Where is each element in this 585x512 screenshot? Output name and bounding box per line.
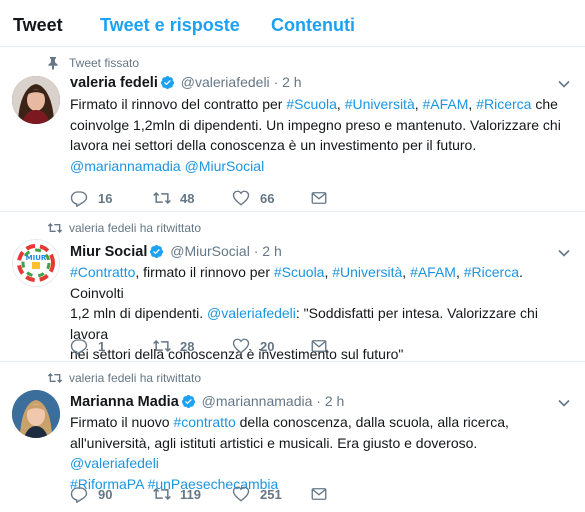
- retweet-count: 119: [180, 487, 201, 502]
- reply-count: 16: [98, 191, 113, 206]
- hashtag-link[interactable]: #Scuola: [286, 96, 337, 112]
- verified-badge-icon: [150, 244, 164, 259]
- tweet-text-line: #Contratto, firmato il rinnovo per #Scuo…: [70, 262, 570, 303]
- tweet-text-segment: Firmato il nuovo: [70, 414, 174, 430]
- avatar[interactable]: [12, 76, 60, 124]
- reply-count: 90: [98, 487, 113, 502]
- tweet-text-line: lavora nei settori della conoscenza è un…: [70, 135, 570, 156]
- tweet-text-segment: ,: [402, 264, 411, 280]
- tweet-timestamp[interactable]: 2 h: [262, 243, 281, 259]
- envelope-icon: [311, 340, 327, 352]
- tweet-text-segment: che: [531, 96, 558, 112]
- tweet-text-segment: all'università, agli istituti artistici …: [70, 434, 478, 451]
- author-name[interactable]: valeria fedeli: [70, 75, 158, 91]
- tweet-text-segment: lavora nei settori della conoscenza è un…: [70, 137, 477, 153]
- tweet-text-segment: ,: [336, 96, 345, 112]
- mention-link[interactable]: @mariannamadia: [70, 158, 181, 174]
- hashtag-link[interactable]: #Ricerca: [476, 96, 531, 112]
- reply-icon: [70, 191, 88, 207]
- tweet-item[interactable]: valeria fedeli ha ritwittato MIUR Miur S…: [0, 212, 585, 362]
- author-name[interactable]: Miur Social: [70, 244, 147, 260]
- tweet-text-line: all'università, agli istituti artistici …: [70, 433, 570, 474]
- mention-link[interactable]: @valeriafedeli: [207, 305, 296, 321]
- hashtag-link[interactable]: #Università: [332, 264, 402, 280]
- tweet-text-line: Firmato il nuovo #contratto della conosc…: [70, 412, 570, 433]
- tweet-text-line: @mariannamadia @MiurSocial: [70, 156, 570, 177]
- retweet-icon: [153, 339, 171, 353]
- hashtag-link[interactable]: #AFAM: [423, 96, 469, 112]
- retweet-count: 28: [180, 339, 195, 354]
- author-handle[interactable]: @valeriafedeli: [181, 74, 270, 90]
- hashtag-link[interactable]: #Università: [345, 96, 415, 112]
- heart-icon: [232, 190, 250, 206]
- tweet-timestamp[interactable]: 2 h: [282, 74, 301, 90]
- hashtag-link[interactable]: #AFAM: [410, 264, 456, 280]
- tab-tweet[interactable]: Tweet: [13, 13, 63, 37]
- reply-count: 1: [98, 339, 106, 354]
- tab-contenuti[interactable]: Contenuti: [271, 13, 355, 37]
- tweet-text-segment: Firmato il rinnovo del contratto per: [70, 96, 287, 112]
- mention-link[interactable]: @valeriafedeli: [70, 455, 159, 471]
- chevron-down-icon[interactable]: [557, 246, 571, 260]
- tweet-text-segment: , firmato il rinnovo per: [135, 264, 274, 280]
- tweet-text-segment: ,: [414, 96, 423, 112]
- chevron-down-icon[interactable]: [557, 396, 571, 410]
- heart-icon: [232, 486, 250, 502]
- avatar[interactable]: MIUR: [12, 239, 60, 287]
- tweet-text-line: coinvolge 1,2mln di dipendenti. Un impeg…: [70, 115, 570, 136]
- like-count: 20: [260, 339, 275, 354]
- hashtag-link[interactable]: #Scuola: [274, 264, 325, 280]
- tweet-item[interactable]: valeria fedeli ha ritwittato Marianna Ma…: [0, 362, 585, 512]
- retweet-icon: [47, 373, 63, 383]
- like-count: 251: [260, 487, 282, 502]
- retweet-icon: [153, 487, 171, 501]
- reply-icon: [70, 487, 88, 503]
- like-count: 66: [260, 191, 275, 206]
- retweet-count: 48: [180, 191, 195, 206]
- reply-icon: [70, 339, 88, 355]
- hashtag-link[interactable]: #contratto: [173, 414, 235, 430]
- tweet-text-segment: della conoscenza, dalla scuola, alla ric…: [235, 414, 509, 430]
- retweet-icon: [47, 223, 63, 233]
- tweet-text: Firmato il rinnovo del contratto per #Sc…: [70, 94, 570, 176]
- tweet-text-line: Firmato il rinnovo del contratto per #Sc…: [70, 94, 570, 115]
- envelope-icon: [311, 488, 327, 500]
- svg-text:MIUR: MIUR: [26, 254, 47, 262]
- tweet-text: Firmato il nuovo #contratto della conosc…: [70, 412, 570, 494]
- tweet-timestamp[interactable]: 2 h: [325, 393, 344, 409]
- tweet-text-segment: ,: [455, 264, 464, 280]
- pin-icon: [48, 57, 58, 70]
- verified-badge-icon: [160, 75, 174, 90]
- tweet-header: valeria fedeli @valeriafedeli · 2 h: [70, 74, 302, 91]
- author-name[interactable]: Marianna Madia: [70, 394, 179, 410]
- mention-link[interactable]: @MiurSocial: [185, 158, 265, 174]
- tweet-text-segment: coinvolge 1,2mln di dipendenti. Un impeg…: [70, 116, 561, 133]
- tweet-header: Marianna Madia @mariannamadia · 2 h: [70, 393, 345, 410]
- tweet-text-segment: 1,2 mln di dipendenti.: [70, 305, 207, 321]
- profile-tabs: Tweet Tweet e risposte Contenuti: [0, 0, 585, 47]
- retweet-icon: [153, 191, 171, 205]
- avatar[interactable]: [12, 390, 60, 438]
- tweet-header: Miur Social @MiurSocial · 2 h: [70, 243, 282, 260]
- author-handle[interactable]: @mariannamadia: [202, 393, 313, 409]
- hashtag-link[interactable]: #Ricerca: [464, 264, 519, 280]
- envelope-icon: [311, 192, 327, 204]
- tweet-item[interactable]: Tweet fissato valeria fedeli @valeriafed…: [0, 47, 585, 212]
- hashtag-link[interactable]: #Contratto: [70, 264, 135, 280]
- verified-badge-icon: [181, 394, 195, 409]
- heart-icon: [232, 338, 250, 354]
- chevron-down-icon[interactable]: [557, 77, 571, 91]
- tab-tweet-e-risposte[interactable]: Tweet e risposte: [100, 13, 240, 37]
- author-handle[interactable]: @MiurSocial: [170, 243, 250, 259]
